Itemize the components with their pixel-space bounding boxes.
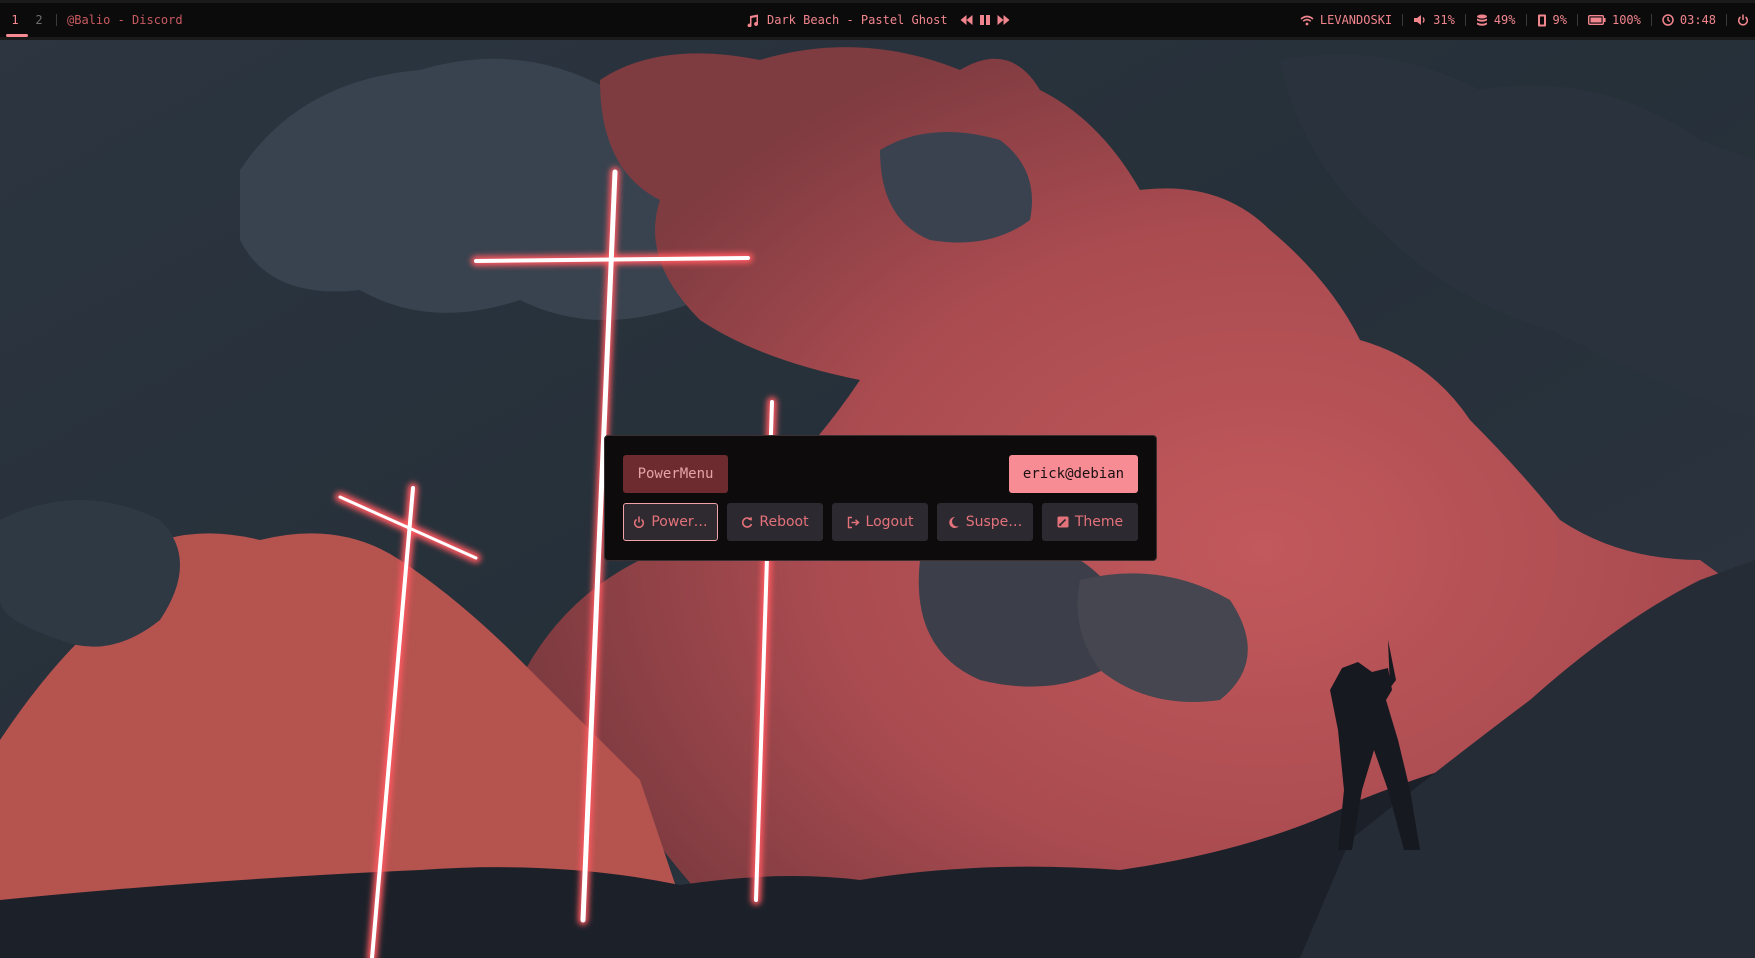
theme-label: Theme: [1074, 514, 1124, 530]
window-title: @Balio - Discord: [67, 13, 183, 27]
memory-module[interactable]: 9%: [1537, 13, 1567, 27]
media-player: Dark Beach - Pastel Ghost: [746, 3, 1010, 37]
logout-button[interactable]: Logout: [832, 503, 928, 541]
separator: [1576, 14, 1578, 26]
memory-icon: [1537, 14, 1547, 27]
music-note-icon: [746, 14, 759, 27]
track-title[interactable]: Dark Beach - Pastel Ghost: [767, 13, 948, 27]
clock-label: 03:48: [1679, 13, 1716, 27]
separator: [1402, 14, 1404, 26]
reboot-label: Reboot: [759, 514, 809, 530]
pause-icon[interactable]: [979, 14, 991, 26]
clock-module[interactable]: 03:48: [1662, 13, 1716, 27]
volume-icon: [1413, 14, 1427, 26]
clock-icon: [1662, 14, 1674, 26]
previous-icon[interactable]: [960, 14, 973, 26]
battery-label: 100%: [1611, 13, 1641, 27]
battery-icon: [1587, 15, 1606, 25]
database-icon: [1476, 14, 1488, 27]
power-menu: PowerMenu erick@debian Power… Reboot Log…: [604, 435, 1157, 561]
poweroff-label: Power…: [651, 514, 708, 530]
memory-label: 9%: [1552, 13, 1567, 27]
disk-label: 49%: [1493, 13, 1516, 27]
separator: [1650, 14, 1652, 26]
separator: [1464, 14, 1466, 26]
user-host-badge: erick@debian: [1009, 455, 1138, 493]
desktop: 1 2 @Balio - Discord Dark Beach - Pastel…: [0, 0, 1755, 958]
disk-module[interactable]: 49%: [1476, 13, 1516, 27]
separator: [56, 14, 57, 26]
bar-left-section: 1 2 @Balio - Discord: [6, 3, 183, 37]
next-icon[interactable]: [997, 14, 1010, 26]
moon-icon: [948, 516, 960, 529]
top-bar: 1 2 @Balio - Discord Dark Beach - Pastel…: [0, 0, 1755, 40]
separator: [1726, 14, 1727, 26]
separator: [1525, 14, 1527, 26]
power-icon: [633, 516, 645, 529]
theme-button[interactable]: Theme: [1042, 503, 1138, 541]
wifi-module[interactable]: LEVANDOSKI: [1300, 13, 1392, 27]
volume-label: 31%: [1433, 13, 1455, 27]
workspace-1[interactable]: 1: [6, 13, 28, 37]
logout-icon: [847, 516, 860, 529]
power-menu-title: PowerMenu: [623, 455, 728, 493]
media-controls: [960, 14, 1010, 26]
volume-module[interactable]: 31%: [1413, 13, 1455, 27]
bar-right-section: LEVANDOSKI 31% 49% 9% 100% 03:48: [1300, 3, 1749, 37]
suspend-label: Suspe…: [965, 514, 1023, 530]
workspace-2[interactable]: 2: [32, 13, 46, 27]
theme-icon: [1057, 516, 1069, 528]
reboot-icon: [741, 516, 753, 529]
logout-label: Logout: [865, 514, 914, 530]
power-menu-actions: Power… Reboot Logout Suspe… Theme: [623, 503, 1138, 541]
poweroff-button[interactable]: Power…: [623, 503, 718, 541]
suspend-button[interactable]: Suspe…: [937, 503, 1033, 541]
reboot-button[interactable]: Reboot: [727, 503, 823, 541]
power-icon[interactable]: [1737, 14, 1749, 26]
wifi-label: LEVANDOSKI: [1319, 13, 1393, 27]
battery-module[interactable]: 100%: [1587, 13, 1641, 27]
wifi-icon: [1300, 15, 1314, 26]
